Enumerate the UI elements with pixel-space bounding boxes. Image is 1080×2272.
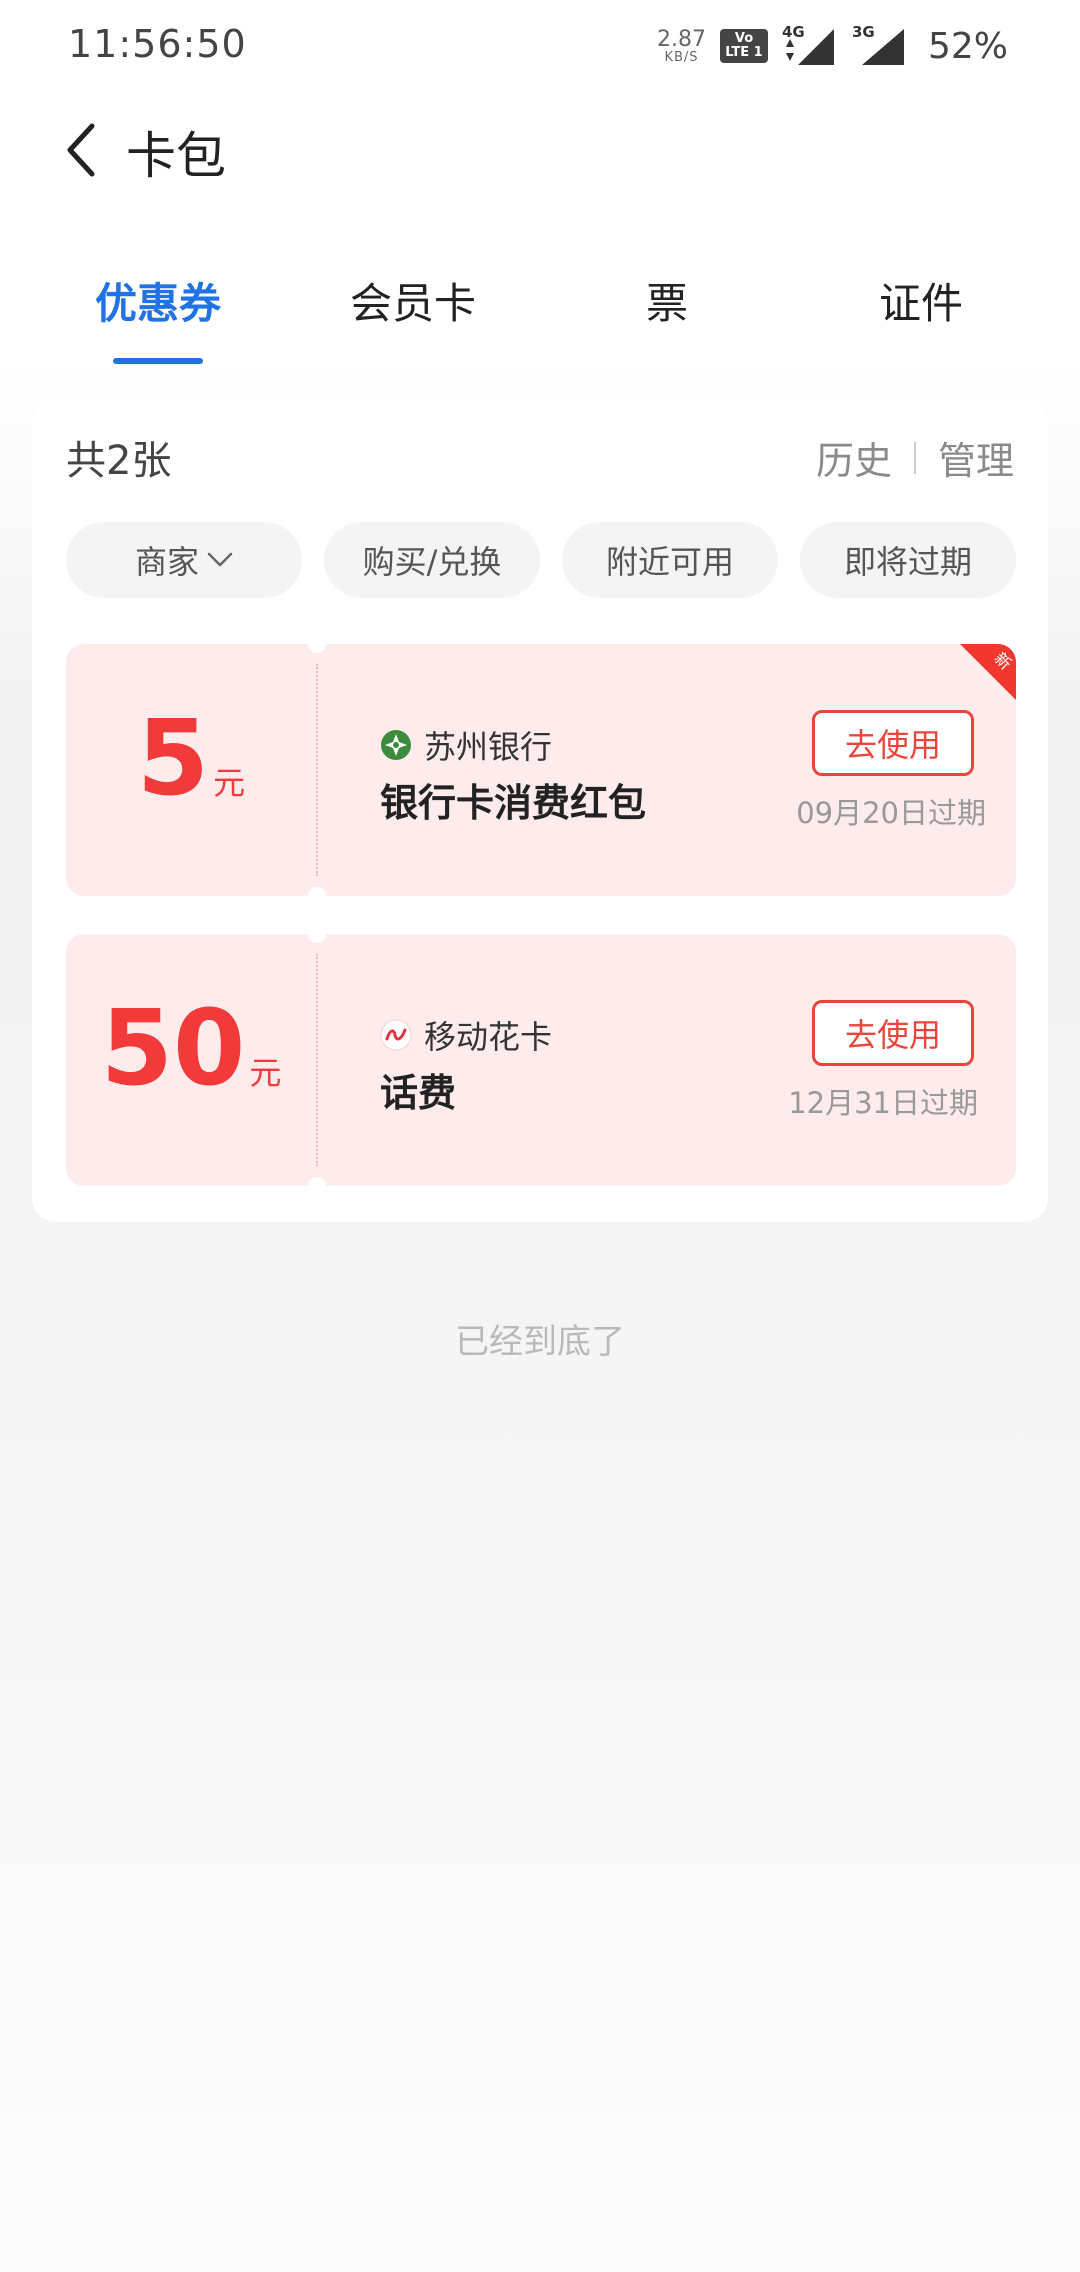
coupon-amount: 50 元 [66, 934, 316, 1186]
coupon-amount: 5 元 [66, 644, 316, 896]
status-time: 11:56:50 [68, 22, 247, 66]
active-tab-indicator [113, 358, 203, 364]
page-title: 卡包 [126, 127, 226, 185]
volte-top-text: Vo [734, 30, 754, 46]
network-speed-unit: KB/S [664, 49, 699, 65]
use-coupon-button[interactable]: 去使用 [812, 710, 974, 776]
network-speed: 2.87 KB/S [657, 26, 706, 65]
battery-level: 52% [927, 25, 1008, 67]
filter-expiring-soon-label: 即将过期 [843, 543, 972, 581]
filter-bar: 商家 购买/兑换 附近可用 即将过期 [66, 522, 1016, 598]
coupon-amount-unit: 元 [213, 764, 246, 802]
coupon-card[interactable]: 5 元 苏州银行 银行卡消费红包 去使用 09月20日过期 新 [66, 635, 1016, 905]
status-bar: 11:56:50 2.87 KB/S Vo LTE 1 4G 3G 52% [0, 0, 1080, 96]
divider [913, 441, 916, 474]
coupon-amount-value: 50 [100, 987, 246, 1109]
suzhou-bank-logo-icon [381, 730, 411, 760]
coupon-expiry: 09月20日过期 [796, 796, 986, 830]
filter-purchase-exchange[interactable]: 购买/兑换 [324, 522, 540, 598]
filter-nearby-label: 附近可用 [605, 543, 734, 581]
tab-documents[interactable]: 证件 [879, 270, 963, 331]
network-speed-value: 2.87 [657, 26, 706, 52]
tab-bar: 优惠券 会员卡 票 证件 [0, 270, 1080, 380]
coupon-merchant: 苏州银行 [380, 722, 552, 768]
end-of-list-note: 已经到底了 [455, 1322, 625, 1362]
coupon-count: 共2张 [66, 438, 172, 484]
volte-icon: Vo LTE 1 [719, 29, 768, 63]
coupon-merchant: 移动花卡 [380, 1012, 552, 1058]
chevron-left-icon [67, 123, 95, 177]
coupon-title: 银行卡消费红包 [380, 781, 647, 825]
manage-link[interactable]: 管理 [938, 430, 1014, 485]
status-icons: 2.87 KB/S Vo LTE 1 4G 3G 52% [657, 20, 1008, 72]
filter-purchase-exchange-label: 购买/兑换 [362, 543, 502, 581]
back-button[interactable] [40, 110, 120, 190]
coupon-expiry: 12月31日过期 [788, 1086, 978, 1120]
coupon-panel: 共2张 历史 管理 商家 购买/兑换 附近可用 即将过期 5 元 苏州银行 银行… [32, 398, 1048, 1222]
new-badge: 新 [960, 644, 1016, 700]
coupon-card[interactable]: 50 元 移动花卡 话费 去使用 12月31日过期 [66, 925, 1016, 1195]
signal-sim2-icon: 3G [851, 23, 908, 67]
tab-membership-cards[interactable]: 会员卡 [350, 270, 476, 331]
coupon-title: 话费 [380, 1071, 457, 1115]
filter-expiring-soon[interactable]: 即将过期 [800, 522, 1016, 598]
sim2-network-type: 3G [851, 23, 875, 41]
filter-merchant-label: 商家 [134, 543, 199, 581]
history-link[interactable]: 历史 [816, 430, 892, 485]
tab-coupons[interactable]: 优惠券 [95, 270, 221, 331]
filter-nearby[interactable]: 附近可用 [562, 522, 778, 598]
coupon-amount-value: 5 [136, 697, 210, 819]
coupon-amount-unit: 元 [249, 1054, 282, 1092]
filter-merchant[interactable]: 商家 [66, 522, 302, 598]
tab-tickets[interactable]: 票 [646, 270, 688, 331]
panel-actions: 历史 管理 [816, 430, 1014, 485]
sim1-network-type: 4G [781, 23, 805, 41]
coupon-merchant-name: 移动花卡 [424, 1018, 553, 1056]
coupon-perforation [316, 954, 318, 1166]
signal-sim1-icon: 4G [781, 23, 838, 67]
coupon-merchant-name: 苏州银行 [424, 728, 553, 766]
coupon-perforation [316, 664, 318, 876]
volte-bottom-text: LTE 1 [725, 45, 763, 60]
app-header: 卡包 [0, 96, 1080, 206]
chevron-down-icon [207, 552, 233, 567]
mobile-huaka-logo-icon [380, 1019, 412, 1051]
use-coupon-button[interactable]: 去使用 [812, 1000, 974, 1066]
